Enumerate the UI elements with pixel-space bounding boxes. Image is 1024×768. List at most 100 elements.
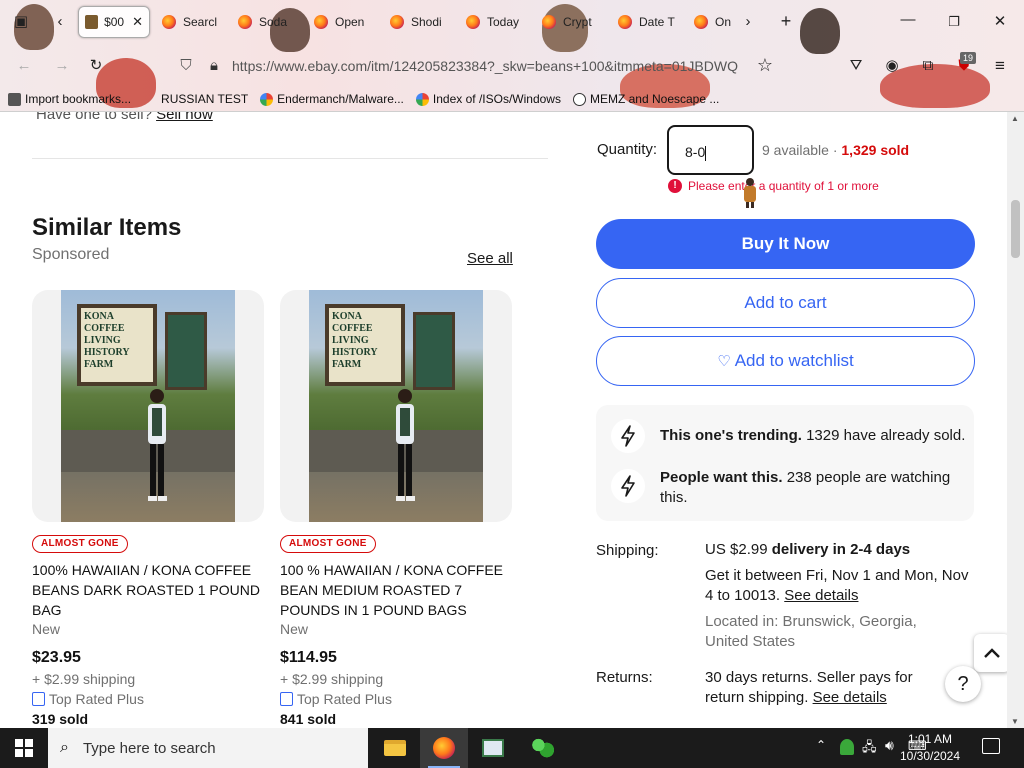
top-rated-icon [32,692,45,706]
top-rated-label: Top Rated Plus [297,691,392,707]
url-field[interactable]: https://www.ebay.com/itm/124205823384?_s… [232,52,746,80]
bookmark-label: Import bookmarks... [25,92,132,106]
ebay-favicon-icon [85,15,99,29]
quantity-value: 8-0 [685,144,706,160]
text-caret [705,145,707,161]
menu-icon[interactable]: ≡ [990,56,1010,76]
item-condition: New [280,621,309,637]
tab[interactable]: Date T [618,6,676,38]
firefox-icon [238,15,252,29]
item-price: $114.95 [280,649,337,666]
tab-title: Crypt [563,15,592,29]
extension-badge: 19 [960,52,977,64]
extensions-icon[interactable]: ⧉ [918,56,938,76]
clock-time: 1:01 AM [907,732,953,746]
item-shipping: + $2.99 shipping [280,671,384,687]
tab-title: On [715,15,732,29]
tab[interactable]: Soda [238,6,296,38]
page-scrollbar[interactable]: ▲ ▼ [1007,112,1024,728]
notifications-icon[interactable] [982,738,1000,754]
quantity-input[interactable]: 8-0 [667,125,754,175]
tab[interactable]: Shodi [390,6,448,38]
shipping-delivery: delivery in 2-4 days [771,541,911,558]
lock-icon[interactable]: 🔒︎ [204,56,224,76]
bookmark-import[interactable]: Import bookmarks... [8,92,131,106]
similar-item-title[interactable]: 100 % HAWAIIAN / KONA COFFEE BEAN MEDIUM… [280,560,520,620]
app-window-icon[interactable] [469,728,517,768]
tracking-shield-icon[interactable]: ⛉ [176,56,196,76]
tab[interactable]: Searcl [162,6,220,38]
reload-icon[interactable]: ↻ [86,56,106,76]
similar-item-title[interactable]: 100% HAWAIIAN / KONA COFFEE BEANS DARK R… [32,560,272,620]
bookmark-label: Index of /ISOs/Windows [432,92,561,106]
close-window-icon[interactable]: ✕ [990,12,1010,32]
returns-see-details-link[interactable]: See details [813,689,887,706]
shipping-dates: Get it between Fri, Nov 1 and Mon, Nov 4… [705,566,975,606]
restore-icon[interactable]: ❐ [944,12,964,32]
show-hidden-icons-icon[interactable]: ⌃ [816,738,826,752]
start-button[interactable] [0,728,48,768]
account-icon[interactable]: ◉ [882,56,902,76]
similar-item-image-card[interactable]: KONA COFFEE LIVING HISTORY FARM [32,290,264,522]
photo-sign-secondary [413,312,455,390]
similar-item-image-card[interactable]: KONA COFFEE LIVING HISTORY FARM [280,290,512,522]
item-price: $23.95 [32,649,81,666]
search-placeholder: Type here to search [82,739,216,757]
bookmark-label: MEMZ and Noescape ... [589,92,720,106]
sell-now-link[interactable]: Sell now [156,112,213,123]
bookmark-russian-test[interactable]: RUSSIAN TEST [161,92,248,106]
desktop-pet-sprite [740,178,760,208]
network-icon[interactable]: 🖧︎ [862,738,877,760]
file-explorer-icon[interactable] [371,728,419,768]
photo-person [148,389,167,501]
item-sold-count: 841 sold [280,711,337,727]
tab[interactable]: On [694,6,738,38]
tab[interactable]: Open [314,6,372,38]
bookmark-index-isos[interactable]: Index of /ISOs/Windows [415,92,561,106]
firefox-icon [162,15,176,29]
back-icon[interactable]: ← [14,56,34,76]
bookmark-label: Endermanch/Malware... [277,92,404,106]
buy-it-now-button[interactable]: Buy It Now [596,219,975,269]
scrollbar-thumb[interactable] [1011,200,1020,258]
bookmarks-toolbar: Import bookmarks... RUSSIAN TEST Enderma… [8,88,731,110]
bookmark-label: RUSSIAN TEST [161,92,249,106]
close-tab-icon[interactable]: ✕ [132,14,143,30]
scroll-tabs-right-icon[interactable]: › [740,12,756,32]
tray-app-icon[interactable] [840,739,854,755]
bookmark-memz[interactable]: MEMZ and Noescape ... [572,92,720,106]
scroll-tabs-left-icon[interactable]: ‹ [52,12,68,32]
back-to-top-button[interactable] [974,634,1010,672]
scroll-up-arrow-icon[interactable]: ▲ [1011,114,1019,123]
bookmark-endermanch[interactable]: Endermanch/Malware... [260,92,404,106]
tab-title: $00 [104,15,125,29]
scroll-down-arrow-icon[interactable]: ▼ [1011,717,1019,726]
product-photo: KONA COFFEE LIVING HISTORY FARM [309,290,483,522]
page-content: Have one to sell? Sell now Similar Items… [0,112,1024,728]
divider [32,158,548,159]
sold-count: 1,329 sold [841,142,910,158]
photo-sign: KONA COFFEE LIVING HISTORY FARM [325,304,405,386]
firefox-taskbar-icon[interactable] [420,728,468,768]
taskbar-clock[interactable]: 1:01 AM 10/30/2024 [892,731,968,765]
help-button[interactable]: ? [945,666,981,702]
lightning-icon [611,419,645,453]
forward-icon[interactable]: → [52,56,72,76]
new-tab-icon[interactable]: + [776,11,796,31]
taskbar-search[interactable]: ⌕ Type here to search [48,728,368,768]
pocket-icon[interactable]: ⛛ [846,56,866,76]
tab-list-icon[interactable]: ▣ [10,12,32,32]
see-all-link[interactable]: See all [467,250,513,267]
tab[interactable]: Crypt [542,6,600,38]
add-to-watchlist-button[interactable]: ♡ Add to watchlist [596,336,975,386]
tab-active[interactable]: $00 ✕ [78,6,150,38]
add-to-cart-button[interactable]: Add to cart [596,278,975,328]
tab[interactable]: Today [466,6,524,38]
firefox-icon [694,15,708,29]
bookmark-star-icon[interactable]: ☆ [754,55,776,75]
minimize-icon[interactable]: — [898,10,918,30]
shipping-see-details-link[interactable]: See details [784,587,858,604]
people-app-icon[interactable] [518,728,566,768]
trending-signal: This one's trending. 1329 have already s… [660,427,965,444]
watching-bold: People want this. [660,469,783,486]
